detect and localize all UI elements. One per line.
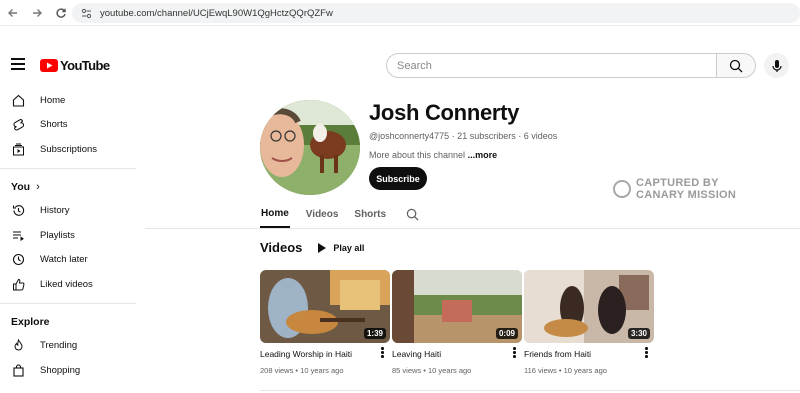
back-arrow-icon[interactable] — [2, 2, 24, 24]
video-duration: 3:30 — [627, 328, 650, 339]
sidebar-item-home[interactable]: Home — [0, 88, 136, 113]
subscriptions-icon — [11, 142, 25, 156]
playlists-icon — [11, 228, 25, 242]
section-divider — [260, 390, 800, 391]
forward-arrow-icon[interactable] — [26, 2, 48, 24]
thumbs-up-icon — [11, 277, 25, 291]
sidebar-item-label: Watch later — [40, 254, 88, 266]
sidebar-divider — [0, 167, 136, 169]
video-title[interactable]: Leading Worship in Haiti — [260, 349, 390, 359]
microphone-icon — [771, 59, 782, 72]
youtube-header: YouTube Search — [0, 48, 800, 86]
sidebar-item-trending[interactable]: Trending — [0, 334, 136, 359]
sidebar-item-liked-videos[interactable]: Liked videos — [0, 272, 136, 297]
watermark-line1: CAPTURED BY — [636, 177, 719, 189]
play-all-button[interactable]: Play all — [318, 242, 365, 253]
subscribe-button[interactable]: Subscribe — [369, 167, 427, 190]
channel-about-link[interactable]: More about this channel ...more — [369, 150, 497, 160]
voice-search-button[interactable] — [764, 53, 789, 78]
browser-toolbar: youtube.com/channel/UCjEwqL90W1QgHctzQQr… — [0, 0, 800, 26]
reload-icon[interactable] — [50, 2, 72, 24]
more-options-icon[interactable] — [645, 347, 648, 358]
channel-tabs: Home Videos Shorts — [260, 200, 435, 228]
you-label: You — [11, 180, 31, 193]
video-card[interactable]: 0:09 Leaving Haiti 85 views • 10 years a… — [392, 270, 522, 375]
play-icon — [318, 242, 327, 253]
watch-later-icon — [11, 253, 25, 267]
play-logo-icon — [40, 59, 58, 72]
channel-avatar[interactable] — [260, 100, 360, 195]
sidebar-item-history[interactable]: History — [0, 199, 136, 224]
watermark-line2: CANARY MISSION — [636, 189, 737, 201]
explore-heading: Explore — [0, 310, 136, 334]
search-button[interactable] — [716, 53, 756, 78]
tabs-divider — [145, 228, 800, 229]
video-title[interactable]: Friends from Haiti — [524, 349, 654, 359]
search-input[interactable]: Search — [386, 53, 716, 78]
sidebar-item-shopping[interactable]: Shopping — [0, 358, 136, 383]
search-icon — [729, 59, 743, 72]
sidebar-item-label: Shorts — [40, 119, 68, 131]
more-options-icon[interactable] — [381, 347, 384, 358]
history-icon — [11, 204, 25, 218]
logo-text: YouTube — [60, 58, 110, 73]
sidebar: Home Shorts Subscriptions You › History … — [0, 88, 136, 383]
video-meta: 116 views • 10 years ago — [524, 366, 607, 375]
chevron-right-icon: › — [36, 180, 40, 193]
channel-name: Josh Connerty — [369, 100, 520, 125]
explore-label: Explore — [11, 315, 50, 328]
menu-icon[interactable] — [11, 58, 25, 70]
address-bar[interactable]: youtube.com/channel/UCjEwqL90W1QgHctzQQr… — [72, 3, 800, 23]
sidebar-item-you[interactable]: You › — [0, 175, 136, 199]
sidebar-item-watch-later[interactable]: Watch later — [0, 248, 136, 273]
about-more: ...more — [467, 150, 498, 160]
video-thumbnail[interactable]: 1:39 — [260, 270, 390, 343]
sidebar-item-shorts[interactable]: Shorts — [0, 113, 136, 138]
channel-meta: @joshconnerty4775 · 21 subscribers · 6 v… — [369, 131, 558, 141]
about-text: More about this channel — [369, 150, 466, 160]
url-text: youtube.com/channel/UCjEwqL90W1QgHctzQQr… — [100, 7, 333, 19]
video-thumbnail[interactable]: 3:30 — [524, 270, 654, 343]
sidebar-item-label: Shopping — [40, 364, 81, 376]
video-duration: 0:09 — [495, 328, 518, 339]
sidebar-item-label: Subscriptions — [40, 143, 98, 155]
sidebar-item-playlists[interactable]: Playlists — [0, 223, 136, 248]
section-title[interactable]: Videos — [260, 240, 302, 255]
watermark: CAPTURED BY CANARY MISSION — [613, 177, 736, 201]
channel-search-icon[interactable] — [406, 200, 419, 228]
video-title[interactable]: Leaving Haiti — [392, 349, 522, 359]
youtube-logo[interactable]: YouTube — [40, 58, 110, 73]
tab-videos[interactable]: Videos — [306, 200, 339, 228]
home-icon — [11, 93, 25, 107]
video-meta: 208 views • 10 years ago — [260, 366, 344, 375]
sidebar-item-label: Liked videos — [40, 278, 93, 290]
site-settings-icon[interactable] — [80, 7, 92, 19]
sidebar-item-label: Home — [40, 94, 66, 106]
sidebar-divider — [0, 302, 136, 304]
play-all-label: Play all — [333, 242, 365, 253]
tab-shorts[interactable]: Shorts — [354, 200, 386, 228]
video-card[interactable]: 3:30 Friends from Haiti 116 views • 10 y… — [524, 270, 654, 375]
tab-home[interactable]: Home — [260, 200, 290, 228]
shopping-bag-icon — [11, 363, 25, 377]
watermark-logo-icon — [613, 180, 631, 198]
sidebar-item-label: Playlists — [40, 229, 75, 241]
trending-icon — [11, 339, 25, 353]
shorts-icon — [11, 118, 25, 132]
sidebar-item-label: History — [40, 205, 70, 217]
videos-section-header: Videos Play all — [260, 240, 364, 255]
sidebar-item-subscriptions[interactable]: Subscriptions — [0, 137, 136, 162]
video-thumbnail[interactable]: 0:09 — [392, 270, 522, 343]
video-duration: 1:39 — [363, 328, 386, 339]
video-card[interactable]: 1:39 Leading Worship in Haiti 208 views … — [260, 270, 390, 375]
sidebar-item-label: Trending — [40, 340, 78, 352]
video-meta: 85 views • 10 years ago — [392, 366, 472, 375]
more-options-icon[interactable] — [513, 347, 516, 358]
